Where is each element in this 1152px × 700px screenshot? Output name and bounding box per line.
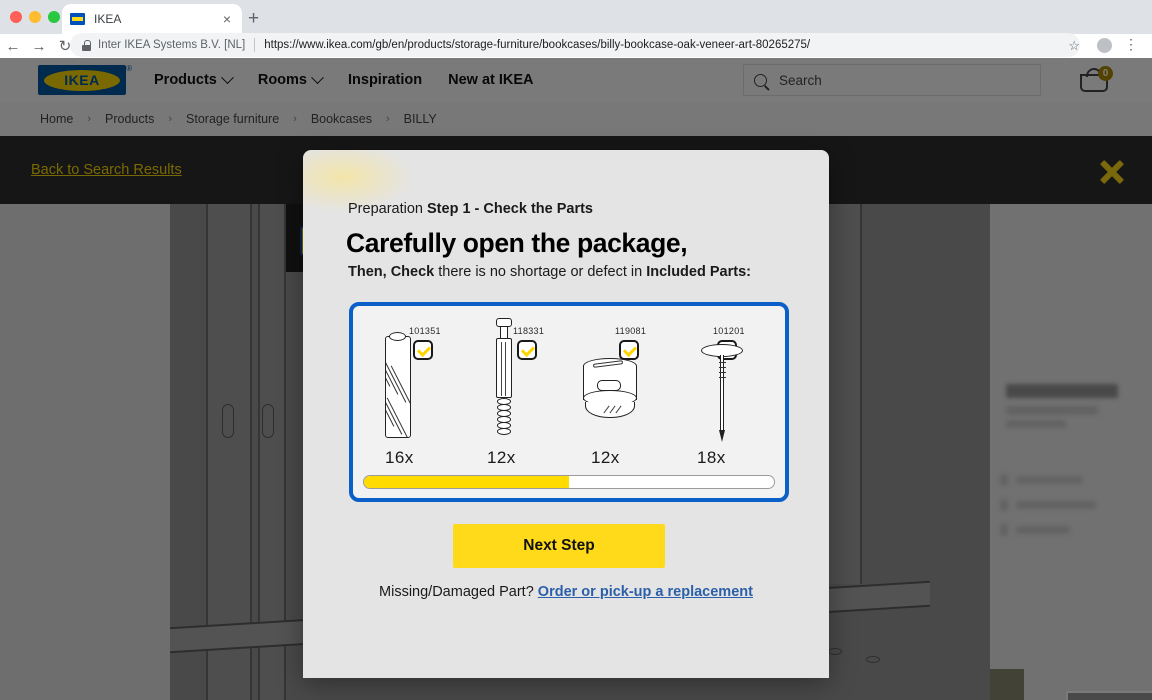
part-quantity: 12x [487, 448, 516, 467]
missing-damaged-label: Missing/Damaged Part? [379, 584, 538, 600]
browser-chrome: IKEA × + ← → ↻ Inter IKEA Systems B.V. [… [0, 0, 1152, 58]
nail-tip [719, 430, 725, 442]
forward-button[interactable]: → [26, 39, 52, 54]
parts-progress-fill [364, 476, 569, 488]
missing-damaged-part-row: Missing/Damaged Part? Order or pick-up a… [303, 584, 829, 600]
screw-body [496, 338, 512, 398]
modal-subtitle: Then, Check there is no shortage or defe… [348, 264, 751, 280]
eyebrow-prefix: Preparation [348, 201, 427, 217]
order-replacement-link[interactable]: Order or pick-up a replacement [538, 584, 753, 600]
dowel-top-ellipse [389, 332, 406, 341]
close-window-button[interactable] [10, 11, 22, 23]
part-number: 101351 [409, 326, 441, 336]
next-step-button[interactable]: Next Step [453, 524, 665, 568]
tab-title: IKEA [94, 12, 122, 26]
subtitle-strong-2: Included Parts: [646, 264, 751, 280]
part-item-cam-lock[interactable]: 119081 12x [557, 306, 665, 467]
lock-icon [82, 39, 91, 51]
parts-row: 101351 16x 118331 12x 119081 12x 101201 … [353, 306, 785, 467]
part-quantity: 12x [591, 448, 620, 467]
minimize-window-button[interactable] [29, 11, 41, 23]
tab-strip: IKEA × + [0, 0, 1152, 34]
url-text: https://www.ikea.com/gb/en/products/stor… [264, 39, 811, 51]
ikea-favicon-icon [70, 13, 85, 25]
part-checkbox[interactable] [619, 340, 639, 360]
tab-close-icon[interactable]: × [220, 12, 234, 26]
part-item-nail[interactable]: 101201 18x [659, 306, 767, 467]
part-number: 119081 [615, 326, 647, 336]
back-button[interactable]: ← [0, 39, 26, 54]
cam-screw-icon [493, 318, 515, 448]
browser-tab-ikea[interactable]: IKEA × [62, 4, 242, 34]
check-parts-modal: Preparation Step 1 - Check the Parts Car… [303, 150, 829, 678]
parts-progress-bar[interactable] [363, 475, 775, 489]
browser-menu-icon[interactable]: ⋮ [1124, 36, 1138, 53]
modal-headline: Carefully open the package, [346, 228, 688, 258]
wooden-dowel-icon [385, 336, 411, 438]
profile-avatar[interactable] [1097, 38, 1112, 53]
modal-eyebrow: Preparation Step 1 - Check the Parts [348, 201, 593, 217]
part-item-cam-screw[interactable]: 118331 12x [457, 306, 565, 467]
bookmark-star-icon[interactable]: ☆ [1068, 38, 1080, 54]
subtitle-mid: there is no shortage or defect in [434, 264, 647, 280]
part-quantity: 16x [385, 448, 414, 467]
window-traffic-lights [10, 11, 60, 23]
part-item-dowel[interactable]: 101351 16x [357, 306, 465, 467]
screw-thread [497, 398, 511, 442]
new-tab-button[interactable]: + [248, 9, 259, 28]
subtitle-strong-1: Then, Check [348, 264, 435, 280]
cam-lock-icon [583, 358, 637, 420]
part-quantity: 18x [697, 448, 726, 467]
cam-lower-band [585, 402, 635, 418]
part-checkbox[interactable] [413, 340, 433, 360]
eyebrow-strong: Step 1 - Check the Parts [427, 201, 593, 217]
part-number: 101201 [713, 326, 745, 336]
nail-icon [701, 344, 743, 444]
included-parts-panel: 101351 16x 118331 12x 119081 12x 101201 … [349, 302, 789, 502]
part-checkbox[interactable] [517, 340, 537, 360]
maximize-window-button[interactable] [48, 11, 60, 23]
address-bar[interactable]: Inter IKEA Systems B.V. [NL] https://www… [70, 33, 1080, 57]
part-number: 118331 [513, 326, 545, 336]
site-owner-label: Inter IKEA Systems B.V. [NL] [98, 39, 246, 51]
omnibox-divider [254, 38, 256, 52]
